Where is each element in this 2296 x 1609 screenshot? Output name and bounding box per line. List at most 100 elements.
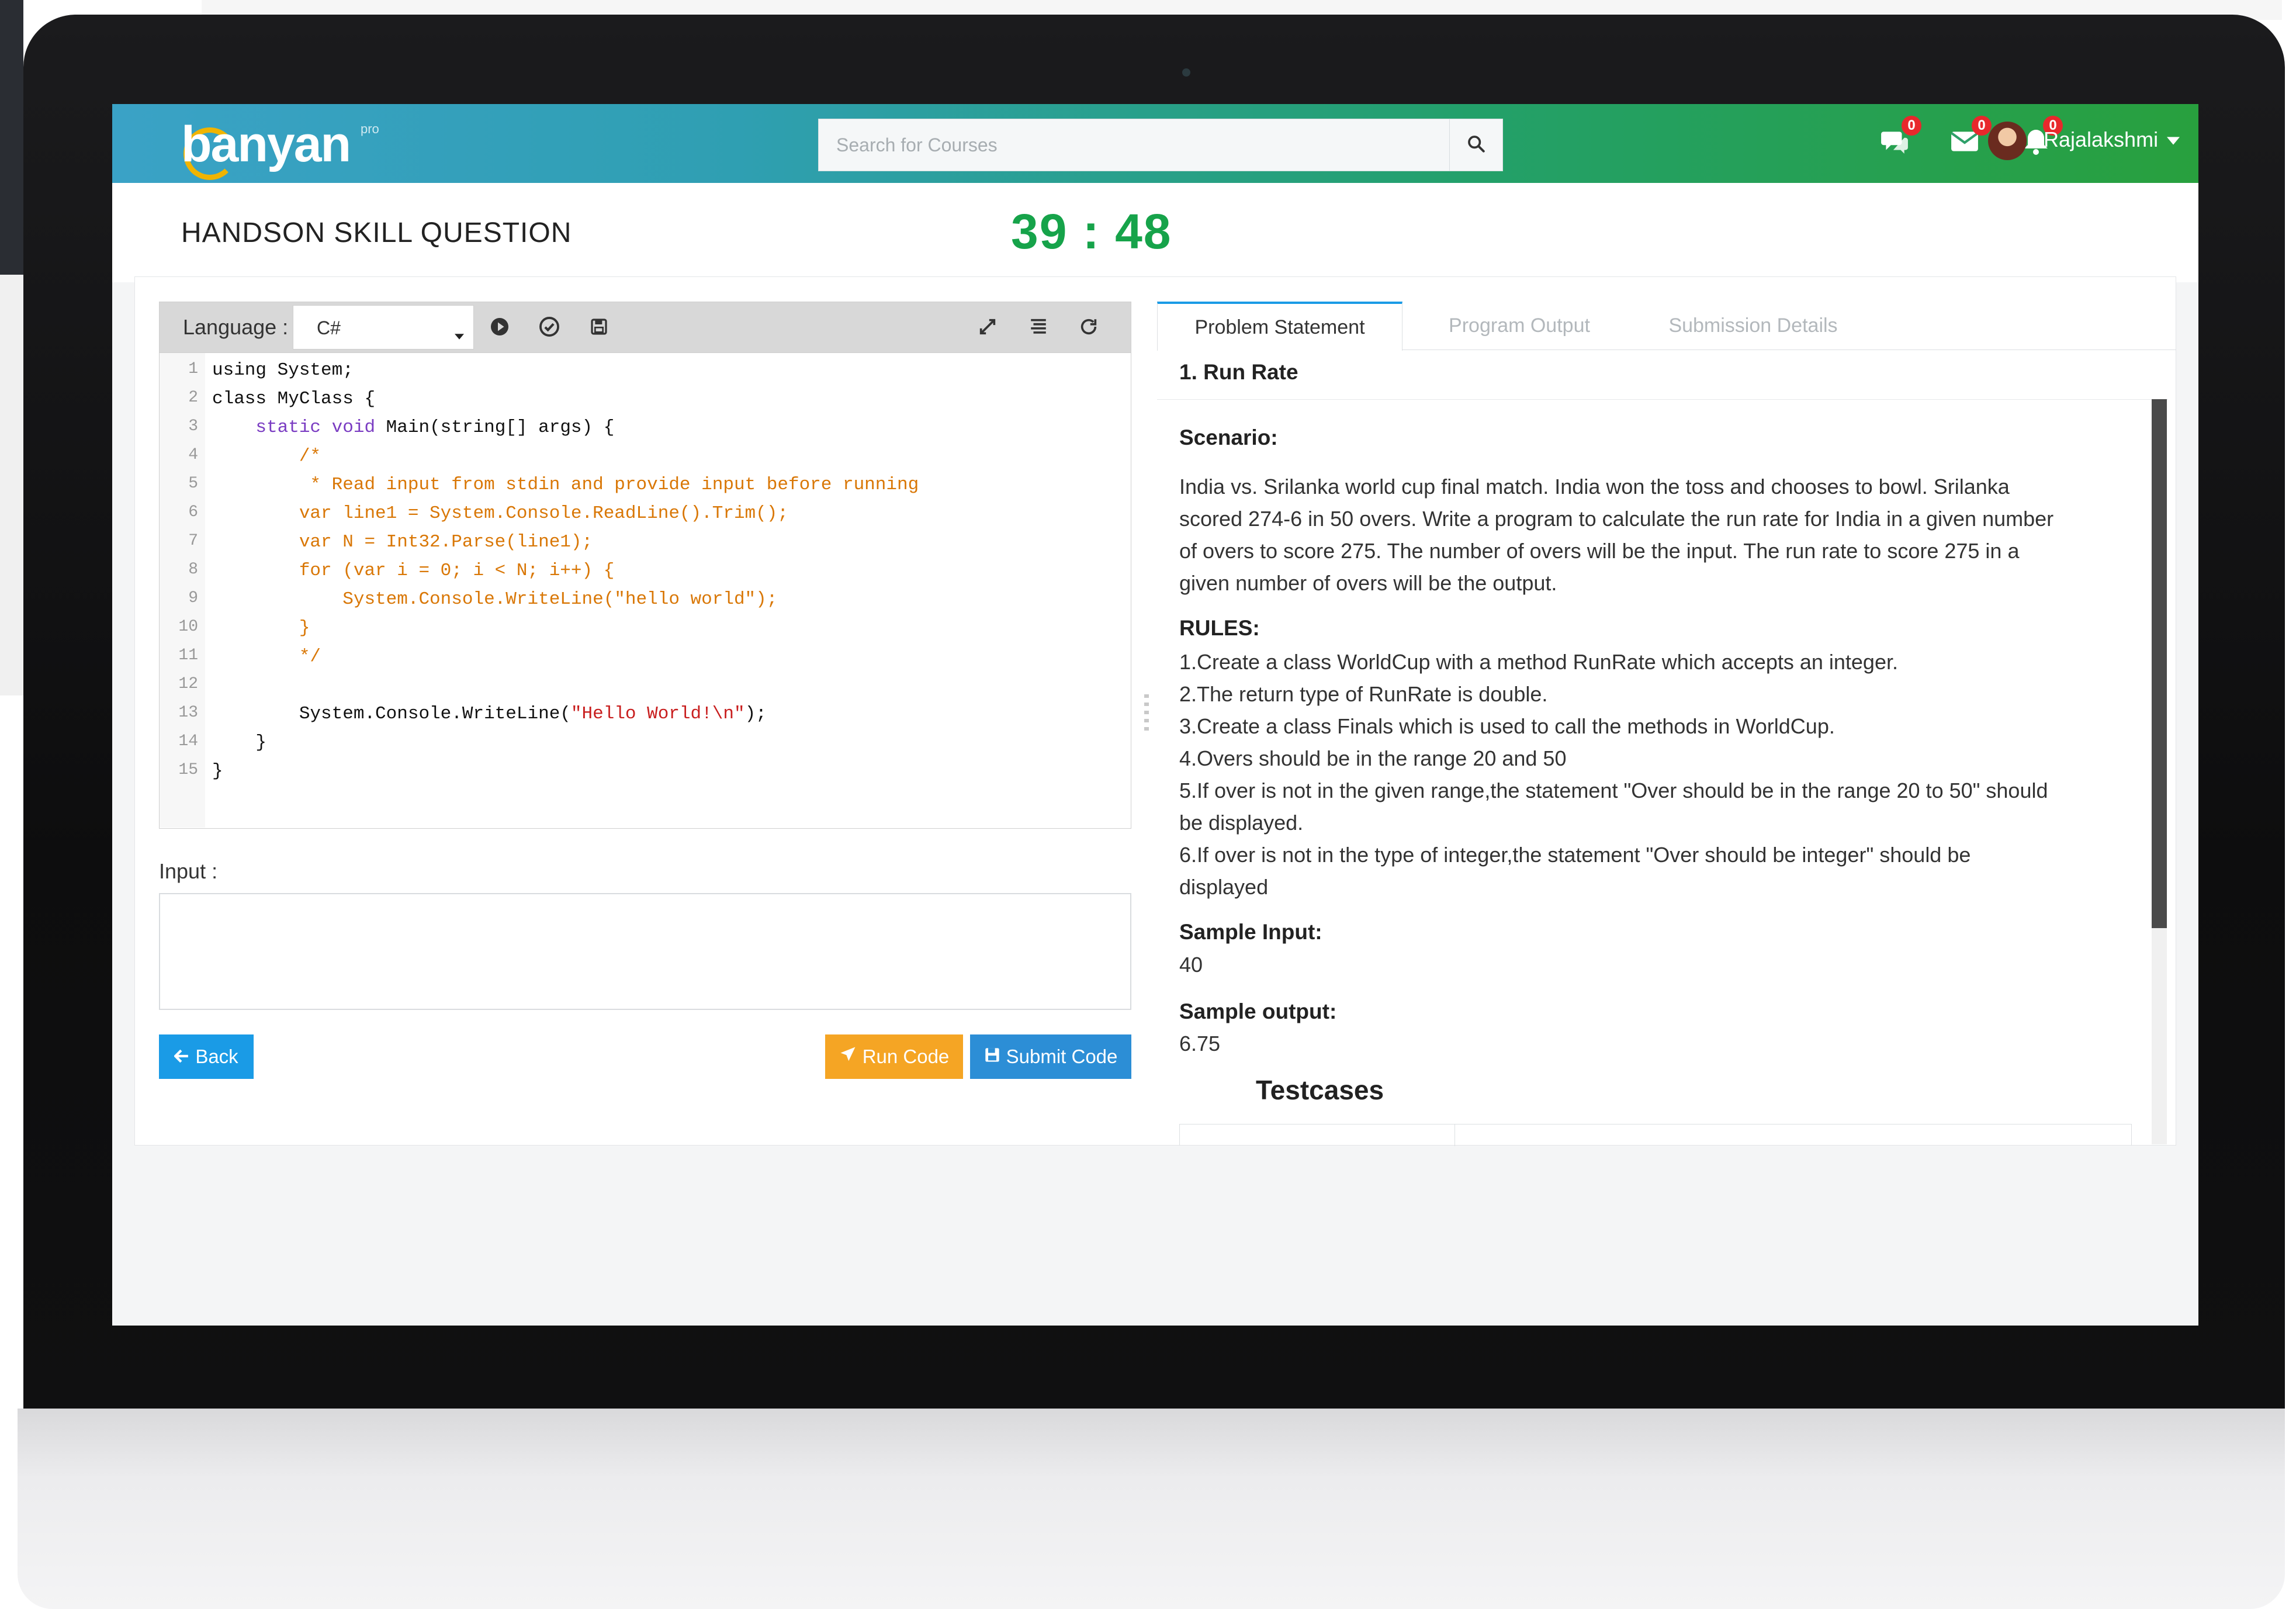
back-button-label: Back xyxy=(195,1046,238,1067)
stdin-input[interactable] xyxy=(159,893,1131,1010)
code-token: /* xyxy=(212,446,321,466)
scrollbar-track[interactable] xyxy=(2152,928,2167,1144)
search-input[interactable] xyxy=(819,119,1450,171)
logo-superscript: pro xyxy=(361,122,379,136)
run-icon-button[interactable] xyxy=(487,315,512,341)
line-number: 3 xyxy=(188,417,198,435)
top-navbar: banyan pro 0 0 0 xyxy=(112,104,2198,183)
code-line[interactable]: 14 } xyxy=(160,732,1130,761)
line-number: 2 xyxy=(188,389,198,407)
code-token: "Hello World!\n" xyxy=(570,704,745,724)
back-button[interactable]: Back xyxy=(159,1034,254,1079)
code-token: System.Console.WriteLine("hello world"); xyxy=(212,589,778,610)
testcases-table xyxy=(1179,1124,2132,1146)
avatar[interactable] xyxy=(1988,122,2027,160)
code-line[interactable]: 4 /* xyxy=(160,446,1130,475)
code-text: /* xyxy=(212,446,321,466)
scenario-line: India vs. Srilanka world cup final match… xyxy=(1179,475,2010,499)
code-editor[interactable]: 1 using System; 2 class MyClass { 3 static v… xyxy=(159,353,1131,829)
format-code-button[interactable] xyxy=(1026,315,1051,341)
language-value: C# xyxy=(317,317,341,338)
line-number: 15 xyxy=(178,761,198,779)
background-window-left xyxy=(0,0,23,275)
page-title: HANDSON SKILL QUESTION xyxy=(181,217,572,248)
code-line[interactable]: 5 * Read input from stdin and provide in… xyxy=(160,475,1130,503)
code-line[interactable]: 10 } xyxy=(160,618,1130,646)
code-line[interactable]: 13 System.Console.WriteLine("Hello World… xyxy=(160,704,1130,732)
code-token: * Read input from stdin and provide inpu… xyxy=(212,475,919,495)
line-number: 5 xyxy=(188,475,198,493)
code-token: System.Console.WriteLine( xyxy=(212,704,571,724)
tab-submission-details[interactable]: Submission Details xyxy=(1630,302,1876,350)
code-text: var N = Int32.Parse(line1); xyxy=(212,532,593,552)
code-line[interactable]: 11 */ xyxy=(160,646,1130,675)
code-token: } xyxy=(212,732,267,753)
mail-button[interactable]: 0 xyxy=(1947,116,1992,160)
chat-button[interactable]: 0 xyxy=(1877,116,1921,160)
search-button[interactable] xyxy=(1449,119,1502,171)
app-logo[interactable]: banyan xyxy=(181,116,351,174)
code-line[interactable]: 1 using System; xyxy=(160,360,1130,389)
check-circle-icon xyxy=(538,316,560,341)
camera-dot xyxy=(1182,68,1190,77)
screen: banyan pro 0 0 0 xyxy=(112,104,2198,1326)
rule-line: 6.If over is not in the type of integer,… xyxy=(1179,843,1971,867)
line-number: 4 xyxy=(188,446,198,464)
code-line[interactable]: 7 var N = Int32.Parse(line1); xyxy=(160,532,1130,560)
code-line[interactable]: 15} xyxy=(160,761,1130,790)
code-text: * Read input from stdin and provide inpu… xyxy=(212,475,919,495)
rules-text: 1.Create a class WorldCup with a method … xyxy=(1179,646,2126,903)
code-text: class MyClass { xyxy=(212,389,375,409)
tab-problem-statement[interactable]: Problem Statement xyxy=(1157,302,1402,351)
line-number: 10 xyxy=(178,618,198,636)
code-line[interactable]: 8 for (var i = 0; i < N; i++) { xyxy=(160,560,1130,589)
search-icon xyxy=(1466,134,1486,157)
rule-line: 4.Overs should be in the range 20 and 50 xyxy=(1179,746,1567,770)
code-line[interactable]: 6 var line1 = System.Console.ReadLine().… xyxy=(160,503,1130,532)
code-line[interactable]: 9 System.Console.WriteLine("hello world"… xyxy=(160,589,1130,618)
code-line[interactable]: 3 static void Main(string[] args) { xyxy=(160,417,1130,446)
validate-icon-button[interactable] xyxy=(536,315,562,341)
code-text: */ xyxy=(212,646,321,667)
fullscreen-button[interactable] xyxy=(975,315,1000,341)
user-name[interactable]: Rajalakshmi xyxy=(2044,127,2158,152)
scrollbar-thumb[interactable] xyxy=(2152,399,2167,928)
reset-code-button[interactable] xyxy=(1076,315,1102,341)
line-number: 9 xyxy=(188,589,198,607)
run-code-button[interactable]: Run Code xyxy=(825,1034,963,1079)
code-token: */ xyxy=(212,646,321,667)
editor-toolbar: Language : C# xyxy=(159,302,1131,353)
monitor-chin xyxy=(18,1409,2285,1609)
sample-output-value: 6.75 xyxy=(1179,1032,1221,1056)
tab-program-output[interactable]: Program Output xyxy=(1414,302,1625,350)
rule-line: 2.The return type of RunRate is double. xyxy=(1179,682,1548,706)
search-box xyxy=(818,119,1503,171)
code-text: } xyxy=(212,761,223,781)
language-label: Language : xyxy=(183,315,289,339)
save-icon-button[interactable] xyxy=(586,315,612,341)
chevron-down-icon[interactable] xyxy=(2167,137,2180,148)
code-line[interactable]: 12 xyxy=(160,675,1130,704)
testcases-heading: Testcases xyxy=(1256,1075,1384,1105)
scenario-line: of overs to score 275. The number of ove… xyxy=(1179,539,2020,563)
mail-count-badge: 0 xyxy=(1972,116,1992,136)
run-code-label: Run Code xyxy=(862,1046,950,1067)
rule-line: be displayed. xyxy=(1179,811,1304,835)
language-select[interactable]: C# xyxy=(293,305,474,350)
panel-resize-handle[interactable] xyxy=(1144,694,1149,735)
code-token: class MyClass { xyxy=(212,389,376,409)
rules-heading: RULES: xyxy=(1179,616,1260,640)
code-line[interactable]: 2 class MyClass { xyxy=(160,389,1130,417)
scenario-line: given number of overs will be the output… xyxy=(1179,571,1557,595)
chevron-down-icon xyxy=(455,323,464,345)
problem-title: 1. Run Rate xyxy=(1179,360,1298,384)
code-token: Main(string[] args) { xyxy=(375,417,615,438)
scenario-line: scored 274-6 in 50 overs. Write a progra… xyxy=(1179,507,2054,531)
refresh-icon xyxy=(1079,317,1099,340)
rule-line: displayed xyxy=(1179,875,1269,899)
submit-code-button[interactable]: Submit Code xyxy=(970,1034,1131,1079)
code-token: ); xyxy=(744,704,767,724)
code-token: var N = Int32.Parse(line1); xyxy=(212,532,593,552)
expand-icon xyxy=(978,317,998,340)
